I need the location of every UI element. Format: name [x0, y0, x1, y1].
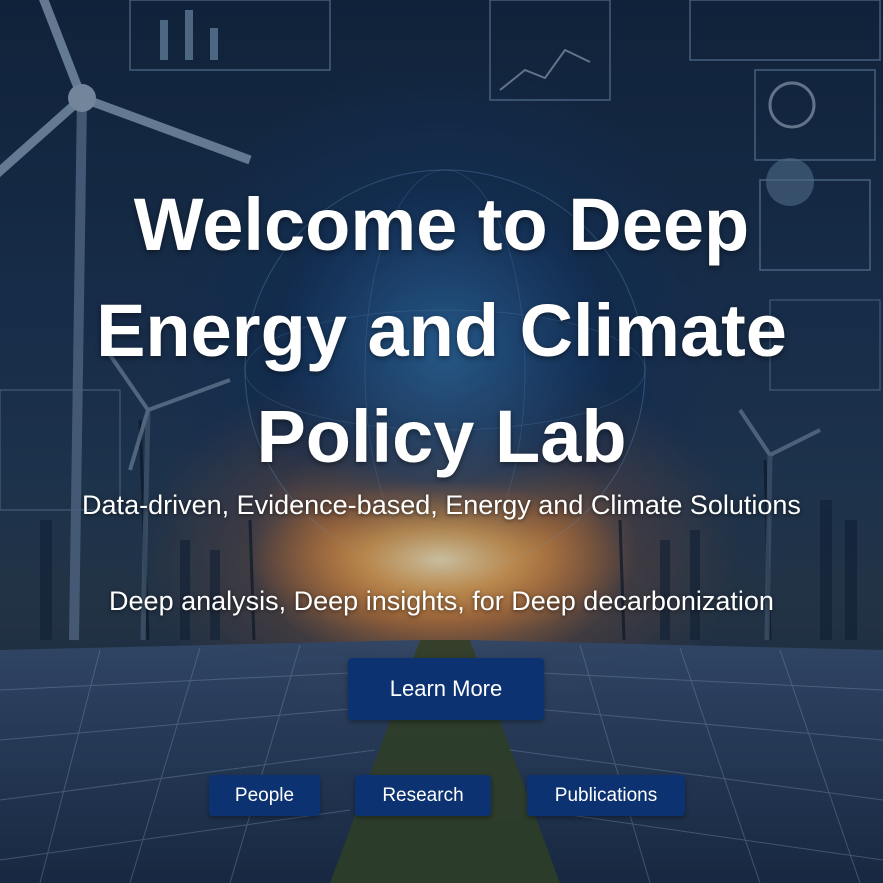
hero-content: Welcome to Deep Energy and Climate Polic… — [0, 0, 883, 883]
learn-more-button[interactable]: Learn More — [348, 658, 544, 720]
page-title: Welcome to Deep Energy and Climate Polic… — [0, 172, 883, 490]
title-line: Welcome to Deep — [133, 183, 750, 266]
title-line: Energy and Climate — [96, 289, 787, 372]
hero-tagline: Deep analysis, Deep insights, for Deep d… — [109, 586, 774, 616]
title-line: Policy Lab — [256, 395, 627, 478]
research-button[interactable]: Research — [355, 775, 491, 816]
people-button[interactable]: People — [209, 775, 320, 816]
publications-button[interactable]: Publications — [527, 775, 685, 816]
hero-subtitle: Data-driven, Evidence-based, Energy and … — [82, 490, 801, 520]
hero-section: Welcome to Deep Energy and Climate Polic… — [0, 0, 883, 883]
